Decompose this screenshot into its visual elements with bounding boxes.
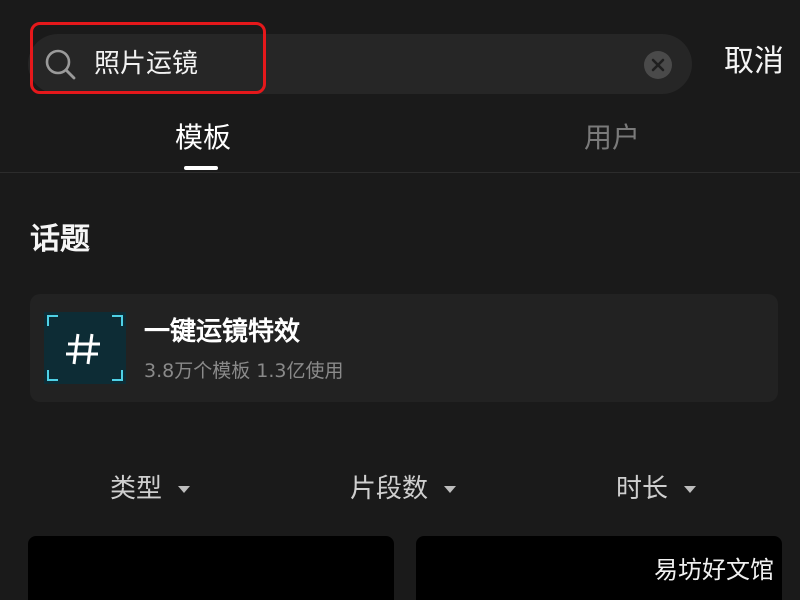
search-icon bbox=[44, 48, 76, 80]
filter-segments-label: 片段数 bbox=[350, 474, 429, 504]
filter-duration-label: 时长 bbox=[616, 474, 669, 504]
filter-type-dropdown[interactable]: 类型 bbox=[110, 470, 191, 508]
template-result-card[interactable] bbox=[28, 536, 394, 600]
search-bar[interactable]: 照片运镜 bbox=[28, 34, 692, 94]
tab-templates[interactable]: 模板 bbox=[175, 118, 231, 158]
topic-card[interactable]: 一键运镜特效 3.8万个模板 1.3亿使用 bbox=[30, 294, 778, 402]
topic-thumbnail bbox=[44, 312, 126, 384]
search-results-screen: 照片运镜 取消 模板 用户 话题 一键运镜特效 3.8万个模板 1.3亿使用 类… bbox=[0, 0, 800, 600]
cancel-button[interactable]: 取消 bbox=[724, 40, 784, 84]
caret-down-icon bbox=[444, 485, 457, 493]
watermark: 易坊好文馆 bbox=[654, 556, 774, 584]
caret-down-icon bbox=[178, 485, 191, 493]
topic-stats: 3.8万个模板 1.3亿使用 bbox=[144, 360, 344, 382]
clear-search-button[interactable] bbox=[644, 51, 672, 79]
search-input[interactable]: 照片运镜 bbox=[94, 46, 198, 82]
tab-divider bbox=[0, 172, 800, 173]
tab-users[interactable]: 用户 bbox=[584, 118, 640, 158]
topic-name: 一键运镜特效 bbox=[144, 317, 301, 347]
filter-segments-dropdown[interactable]: 片段数 bbox=[350, 470, 457, 508]
section-title-topics: 话题 bbox=[30, 222, 90, 257]
filter-type-label: 类型 bbox=[110, 474, 163, 504]
caret-down-icon bbox=[684, 485, 697, 493]
active-tab-indicator bbox=[184, 166, 218, 170]
filter-duration-dropdown[interactable]: 时长 bbox=[616, 470, 697, 508]
close-icon bbox=[651, 58, 665, 72]
